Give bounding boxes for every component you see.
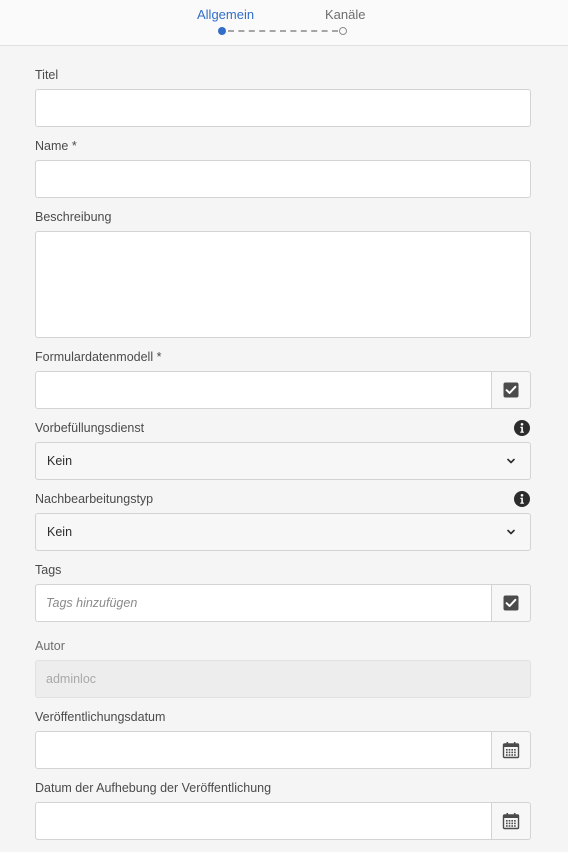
description-textarea[interactable] (35, 231, 531, 338)
title-input[interactable] (35, 89, 531, 127)
step-general-label[interactable]: Allgemein (197, 7, 254, 22)
unpublish-date-input[interactable] (35, 802, 492, 840)
step-channels-label[interactable]: Kanäle (325, 7, 365, 22)
author-field: adminloc (35, 660, 531, 698)
tags-select-button[interactable] (491, 584, 531, 622)
name-label: Name * (35, 139, 77, 153)
prefill-service-select[interactable]: Kein (35, 442, 531, 480)
form-data-model-input[interactable] (35, 371, 492, 409)
post-processing-selected-value: Kein (47, 525, 73, 539)
calendar-icon (502, 742, 520, 759)
info-icon[interactable] (514, 491, 530, 507)
step-general-dot[interactable] (218, 27, 226, 35)
publish-date-calendar-button[interactable] (491, 731, 531, 769)
description-label: Beschreibung (35, 210, 112, 224)
unpublish-date-label: Datum der Aufhebung der Veröffentlichung (35, 781, 272, 795)
author-value: adminloc (46, 672, 97, 686)
checkbox-icon (503, 595, 519, 611)
tags-label: Tags (35, 563, 62, 577)
prefill-service-selected-value: Kein (47, 454, 73, 468)
name-input[interactable] (35, 160, 531, 198)
post-processing-select[interactable]: Kein (35, 513, 531, 551)
step-connector-line (228, 30, 338, 32)
form-data-model-select-button[interactable] (491, 371, 531, 409)
tags-input[interactable] (35, 584, 492, 622)
prefill-service-label: Vorbefüllungsdienst (35, 421, 145, 435)
publish-date-label: Veröffentlichungsdatum (35, 710, 166, 724)
step-channels-dot[interactable] (339, 27, 347, 35)
post-processing-label: Nachbearbeitungstyp (35, 492, 154, 506)
form-data-model-label: Formulardatenmodell * (35, 350, 162, 364)
checkbox-icon (503, 382, 519, 398)
unpublish-date-calendar-button[interactable] (491, 802, 531, 840)
wizard-header: Allgemein Kanäle (0, 0, 568, 46)
publish-date-input[interactable] (35, 731, 492, 769)
info-icon[interactable] (514, 420, 530, 436)
chevron-down-icon (507, 458, 515, 464)
author-label: Autor (35, 639, 65, 653)
chevron-down-icon (507, 529, 515, 535)
calendar-icon (502, 813, 520, 830)
title-label: Titel (35, 68, 59, 82)
